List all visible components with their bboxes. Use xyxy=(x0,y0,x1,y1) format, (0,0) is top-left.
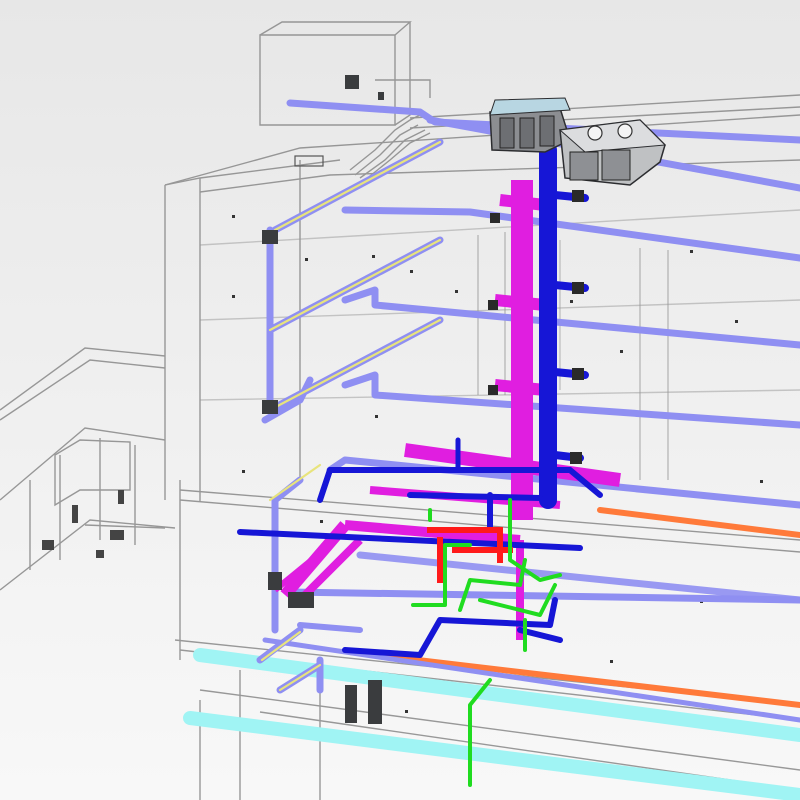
bim-mep-scene xyxy=(0,0,800,800)
rooftop-unit xyxy=(489,97,571,153)
